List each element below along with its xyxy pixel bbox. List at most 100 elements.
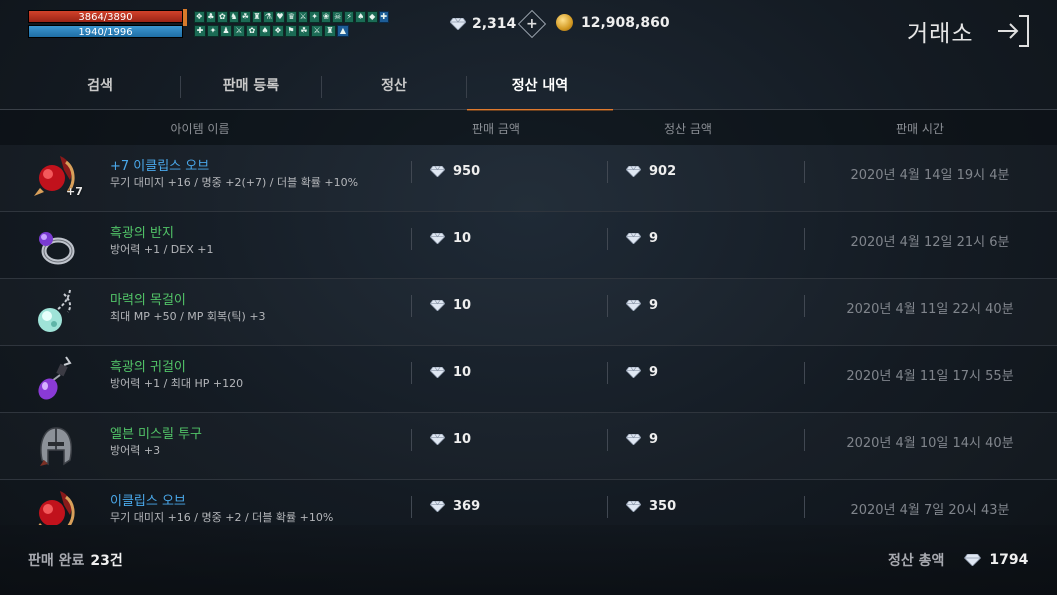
item-name: +7 이클립스 오브 xyxy=(110,159,210,174)
sale-price: 10 xyxy=(430,231,471,246)
buff-icon[interactable]: ❀ xyxy=(320,11,332,23)
item-name: 흑광의 반지 xyxy=(110,226,174,241)
buff-icon[interactable]: ☠ xyxy=(332,11,343,23)
sold-label: 판매 완료 xyxy=(28,553,85,569)
exit-icon[interactable] xyxy=(995,14,1031,48)
enhance-level: +7 xyxy=(66,185,83,198)
buff-icon[interactable]: ♟ xyxy=(220,25,232,37)
settled-amount-value: 9 xyxy=(649,365,659,380)
buff-icon[interactable]: ⚡ xyxy=(343,11,355,23)
table-row[interactable]: 마력의 목걸이 최대 MP +50 / MP 회복(틱) +3 10 9 2020년 4… xyxy=(0,279,1057,346)
diamond-icon xyxy=(450,18,466,30)
buff-icon[interactable]: ◆ xyxy=(366,11,378,23)
column-divider xyxy=(411,362,412,384)
gold-coin-icon xyxy=(556,14,573,31)
buff-icon[interactable]: ✿ xyxy=(246,25,258,37)
settled-amount-value: 9 xyxy=(649,432,659,447)
column-divider xyxy=(804,161,805,183)
mp-value: 1940/1996 xyxy=(78,27,133,38)
page-title: 거래소 xyxy=(907,21,974,47)
column-divider xyxy=(411,496,412,518)
diamond-icon xyxy=(430,300,445,311)
buff-icon[interactable]: ✿ xyxy=(217,11,228,23)
buff-icon[interactable]: ♠ xyxy=(355,11,366,23)
buff-icon[interactable]: ✚ xyxy=(194,25,206,37)
mp-bar: 1940/1996 xyxy=(28,25,183,38)
buff-icon[interactable]: ♞ xyxy=(228,11,240,23)
diamond-icon xyxy=(430,434,445,445)
settled-amount-value: 9 xyxy=(649,298,659,313)
buff-icon[interactable]: ✦ xyxy=(309,11,320,23)
sale-price-value: 10 xyxy=(453,432,472,447)
buff-icon[interactable]: ✚ xyxy=(378,11,390,23)
settled-amount-value: 350 xyxy=(649,499,677,514)
sale-price: 10 xyxy=(430,365,471,380)
sale-price: 10 xyxy=(430,298,471,313)
buff-icon[interactable]: ⚔ xyxy=(297,11,309,23)
diamond-icon xyxy=(626,434,641,445)
buff-icon[interactable]: ❖ xyxy=(272,25,284,37)
table-row[interactable]: 흑광의 반지 방어력 +1 / DEX +1 10 9 2020년 4월 12일 21시… xyxy=(0,212,1057,279)
buff-icon[interactable]: ⚗ xyxy=(263,11,274,23)
sold-count: 23건 xyxy=(90,553,123,569)
buff-icon[interactable]: ♜ xyxy=(324,25,336,37)
helmet-icon xyxy=(30,420,82,472)
buff-icon[interactable]: ♥ xyxy=(274,11,286,23)
diamond-icon xyxy=(626,300,641,311)
table-row[interactable]: 흑광의 귀걸이 방어력 +1 / 최대 HP +120 10 9 2020년 4월 11… xyxy=(0,346,1057,413)
buff-icon[interactable]: ⚔ xyxy=(233,25,245,37)
column-divider xyxy=(804,295,805,317)
column-divider xyxy=(607,161,608,183)
tab-search[interactable]: 검색 xyxy=(20,64,180,110)
history-list[interactable]: +7 +7 이클립스 오브 무기 대미지 +16 / 명중 +2(+7) / 더블 … xyxy=(0,145,1057,525)
tab-sell-register[interactable]: 판매 등록 xyxy=(181,64,321,110)
diamond-icon xyxy=(626,233,641,244)
buff-icon[interactable]: ⚑ xyxy=(285,25,297,37)
settled-amount: 9 xyxy=(626,298,658,313)
column-divider xyxy=(607,362,608,384)
add-diamond-button[interactable]: + xyxy=(518,9,547,39)
diamond-icon xyxy=(626,501,641,512)
table-row[interactable]: 엘븐 미스릴 투구 방어력 +3 10 9 2020년 4월 10일 14시 40분 xyxy=(0,413,1057,480)
item-name: 엘븐 미스릴 투구 xyxy=(110,427,202,442)
total-label: 정산 총액 xyxy=(888,553,945,569)
buff-icon[interactable]: ☘ xyxy=(298,25,310,37)
sale-time: 2020년 4월 14일 19시 4분 xyxy=(850,168,1010,183)
table-row[interactable]: 이클립스 오브 무기 대미지 +16 / 명중 +2 / 더블 확률 +10% 36… xyxy=(0,480,1057,525)
buff-icon[interactable]: ⚔ xyxy=(311,25,323,37)
column-divider xyxy=(607,429,608,451)
earring-icon xyxy=(30,353,82,405)
sold-count-summary: 판매 완료 23건 xyxy=(28,550,123,570)
header-item-name: 아이템 이름 xyxy=(170,122,230,136)
buff-icon[interactable]: ☘ xyxy=(240,11,251,23)
sale-price-value: 950 xyxy=(453,164,481,179)
settled-amount-value: 9 xyxy=(649,231,659,246)
header-sale-time: 판매 시간 xyxy=(896,122,944,136)
buff-icon[interactable]: ♜ xyxy=(251,11,263,23)
buff-icon[interactable]: ▲ xyxy=(337,25,349,37)
buff-icons: ❖ ♣ ✿ ♞ ☘ ♜ ⚗ ♥ ♛ ⚔ ✦ ❀ ☠ ⚡ ♠ ◆ ✚ ✚ ✦ ♟ ⚔ ✿ ♠ ❖ ⚑ ☘ ⚔ ♜ ▲ xyxy=(194,11,390,39)
tab-settlement-history[interactable]: 정산 내역 xyxy=(467,64,613,111)
hp-bar-tip xyxy=(183,9,187,26)
table-row[interactable]: +7 +7 이클립스 오브 무기 대미지 +16 / 명중 +2(+7) / 더블 … xyxy=(0,145,1057,212)
sale-price-value: 369 xyxy=(453,499,481,514)
tab-settlement[interactable]: 정산 xyxy=(322,64,466,110)
item-stats: 방어력 +3 xyxy=(110,444,161,457)
buff-icon[interactable]: ✦ xyxy=(207,25,219,37)
item-name: 마력의 목걸이 xyxy=(110,293,186,308)
sale-price-value: 10 xyxy=(453,365,472,380)
buff-row-2: ✚ ✦ ♟ ⚔ ✿ ♠ ❖ ⚑ ☘ ⚔ ♜ ▲ xyxy=(194,25,389,37)
sale-time: 2020년 4월 11일 17시 55분 xyxy=(846,369,1014,384)
buff-row-1: ❖ ♣ ✿ ♞ ☘ ♜ ⚗ ♥ ♛ ⚔ ✦ ❀ ☠ ⚡ ♠ ◆ ✚ xyxy=(194,11,390,23)
plus-icon: + xyxy=(526,15,539,32)
buff-icon[interactable]: ♣ xyxy=(205,11,217,23)
hp-value: 3864/3890 xyxy=(78,12,133,23)
buff-icon[interactable]: ❖ xyxy=(194,11,205,23)
settled-amount: 9 xyxy=(626,365,658,380)
item-stats: 무기 대미지 +16 / 명중 +2 / 더블 확률 +10% xyxy=(110,511,334,524)
sale-price: 10 xyxy=(430,432,471,447)
column-divider xyxy=(607,496,608,518)
buff-icon[interactable]: ♛ xyxy=(286,11,297,23)
buff-icon[interactable]: ♠ xyxy=(259,25,271,37)
column-divider xyxy=(804,496,805,518)
